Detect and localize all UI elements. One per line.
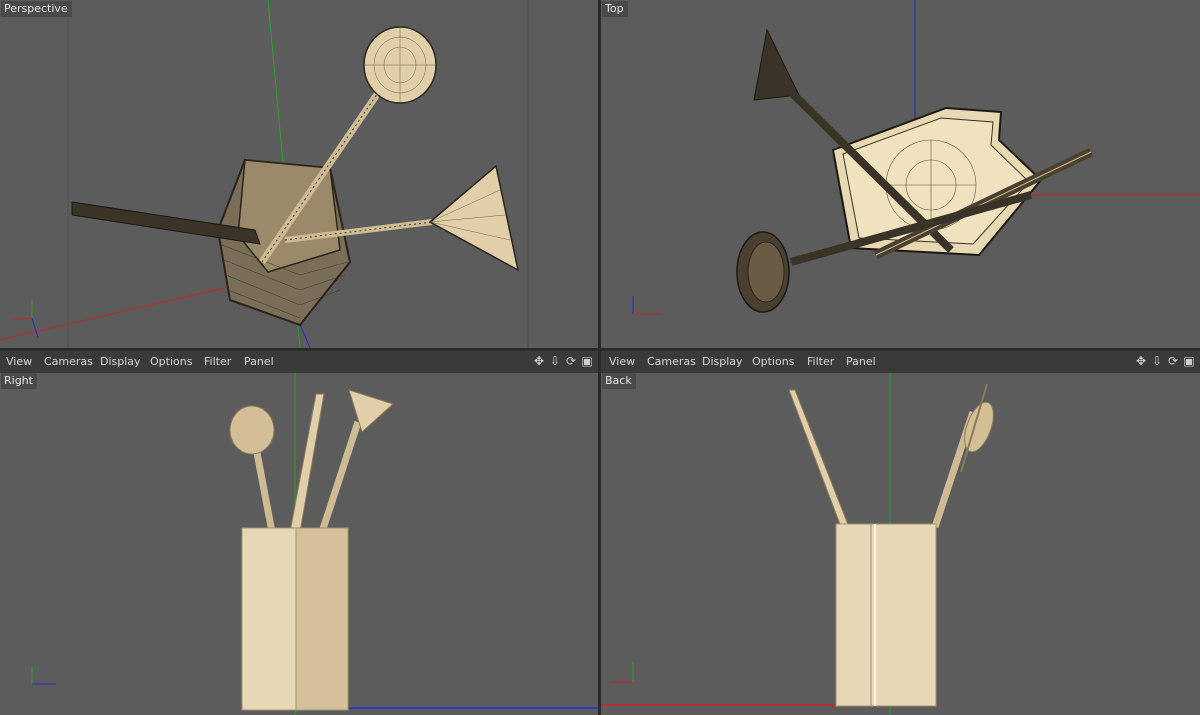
back-scene[interactable]: [601, 372, 1200, 715]
top-scene[interactable]: [601, 0, 1200, 348]
zoom-view-icon[interactable]: ⇩: [548, 353, 562, 369]
stick: [788, 389, 850, 528]
menu-panel[interactable]: Panel: [846, 355, 876, 368]
menu-filter[interactable]: Filter: [807, 355, 834, 368]
viewport-label-right[interactable]: Right: [1, 373, 37, 389]
menu-display[interactable]: Display: [702, 355, 743, 368]
perspective-scene[interactable]: [0, 0, 598, 348]
viewport-right[interactable]: Right: [0, 372, 598, 715]
dark-blade: [753, 28, 800, 101]
viewport-label-back[interactable]: Back: [602, 373, 636, 389]
menubar-right: View Cameras Display Options Filter Pane…: [601, 350, 1200, 373]
toggle-layout-icon[interactable]: ▣: [1182, 353, 1196, 369]
viewport-top[interactable]: Top: [601, 0, 1200, 348]
viewport-perspective[interactable]: Perspective: [0, 0, 598, 348]
rotate-view-icon[interactable]: ⟳: [564, 353, 578, 369]
axis-gizmo: [31, 666, 56, 685]
menubar-left: View Cameras Display Options Filter Pane…: [0, 350, 598, 373]
spoon-head: [229, 405, 275, 455]
menu-cameras[interactable]: Cameras: [647, 355, 696, 368]
menu-view[interactable]: View: [609, 355, 635, 368]
holder-front: [241, 527, 297, 711]
menu-panel[interactable]: Panel: [244, 355, 274, 368]
menu-cameras[interactable]: Cameras: [44, 355, 93, 368]
viewport-label-perspective[interactable]: Perspective: [1, 1, 72, 17]
spoon-handle: [251, 441, 276, 533]
menu-options[interactable]: Options: [150, 355, 192, 368]
menu-options[interactable]: Options: [752, 355, 794, 368]
viewport-label-top[interactable]: Top: [602, 1, 628, 17]
axis-gizmo: [632, 296, 661, 315]
right-scene[interactable]: [0, 372, 598, 715]
menu-filter[interactable]: Filter: [204, 355, 231, 368]
axis-gizmo: [611, 662, 634, 683]
menu-display[interactable]: Display: [100, 355, 141, 368]
move-view-icon[interactable]: ✥: [1134, 353, 1148, 369]
zoom-view-icon[interactable]: ⇩: [1150, 353, 1164, 369]
move-view-icon[interactable]: ✥: [532, 353, 546, 369]
menu-view[interactable]: View: [6, 355, 32, 368]
holder-side: [295, 527, 349, 711]
spatula-handle: [318, 420, 362, 534]
viewport-back[interactable]: Back: [601, 372, 1200, 715]
rotate-view-icon[interactable]: ⟳: [1166, 353, 1180, 369]
holder-back: [835, 523, 937, 707]
toggle-layout-icon[interactable]: ▣: [580, 353, 594, 369]
